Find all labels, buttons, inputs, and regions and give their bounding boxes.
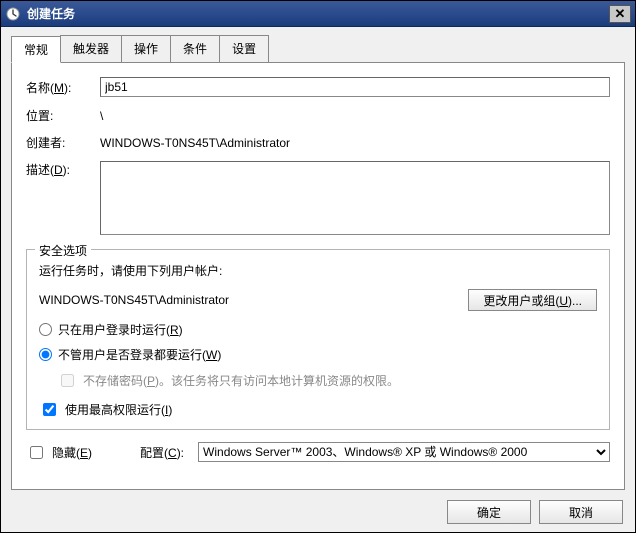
creator-label: 创建者: bbox=[26, 134, 100, 151]
nostore-password: 不存储密码(P)。该任务将只有访问本地计算机资源的权限。 bbox=[57, 371, 597, 390]
tab-actions-label: 操作 bbox=[134, 42, 158, 56]
change-user-label: 更改用户或组(U)... bbox=[483, 292, 582, 309]
radio-any-login-input[interactable] bbox=[39, 348, 52, 361]
cancel-button[interactable]: 取消 bbox=[539, 500, 623, 524]
ok-button[interactable]: 确定 bbox=[447, 500, 531, 524]
security-legend: 安全选项 bbox=[35, 242, 91, 259]
change-user-button[interactable]: 更改用户或组(U)... bbox=[468, 289, 597, 311]
hidden-checkbox[interactable]: 隐藏(E) bbox=[26, 443, 92, 462]
name-label: 名称(M): bbox=[26, 79, 100, 96]
tab-general-label: 常规 bbox=[24, 43, 48, 57]
close-icon: ✕ bbox=[615, 7, 626, 20]
window-title: 创建任务 bbox=[27, 5, 609, 22]
tab-actions[interactable]: 操作 bbox=[121, 35, 171, 62]
radio-any-login-label: 不管用户是否登录都要运行(W) bbox=[58, 346, 221, 363]
close-button[interactable]: ✕ bbox=[609, 5, 631, 23]
tab-general[interactable]: 常规 bbox=[11, 36, 61, 63]
configure-for-label: 配置(C): bbox=[140, 444, 184, 461]
run-as-label: 运行任务时，请使用下列用户帐户: bbox=[39, 262, 222, 279]
tab-triggers-label: 触发器 bbox=[73, 42, 109, 56]
tab-triggers[interactable]: 触发器 bbox=[60, 35, 122, 62]
app-icon bbox=[5, 6, 21, 22]
titlebar: 创建任务 ✕ bbox=[1, 1, 635, 27]
highest-privileges-label: 使用最高权限运行(I) bbox=[65, 401, 172, 418]
tab-conditions-label: 条件 bbox=[183, 42, 207, 56]
ok-label: 确定 bbox=[477, 504, 501, 521]
creator-value: WINDOWS-T0NS45T\Administrator bbox=[100, 136, 290, 150]
description-input[interactable] bbox=[100, 161, 610, 235]
radio-logged-on[interactable]: 只在用户登录时运行(R) bbox=[39, 321, 597, 338]
radio-any-login[interactable]: 不管用户是否登录都要运行(W) bbox=[39, 346, 597, 363]
tab-strip: 常规 触发器 操作 条件 设置 bbox=[11, 35, 625, 62]
radio-logged-on-input[interactable] bbox=[39, 323, 52, 336]
radio-logged-on-label: 只在用户登录时运行(R) bbox=[58, 321, 183, 338]
dialog-buttons: 确定 取消 bbox=[11, 490, 625, 524]
location-label: 位置: bbox=[26, 107, 100, 124]
highest-privileges[interactable]: 使用最高权限运行(I) bbox=[39, 400, 597, 419]
location-value: \ bbox=[100, 109, 103, 123]
highest-privileges-input[interactable] bbox=[43, 403, 56, 416]
tab-conditions[interactable]: 条件 bbox=[170, 35, 220, 62]
configure-for-select[interactable]: Windows Server™ 2003、Windows® XP 或 Windo… bbox=[198, 442, 610, 462]
bottom-row: 隐藏(E) 配置(C): Windows Server™ 2003、Window… bbox=[26, 442, 610, 462]
tab-settings-label: 设置 bbox=[232, 42, 256, 56]
tab-page-general: 名称(M): 位置: \ 创建者: WINDOWS-T0NS45T\Admini… bbox=[11, 62, 625, 490]
cancel-label: 取消 bbox=[569, 504, 593, 521]
tab-settings[interactable]: 设置 bbox=[219, 35, 269, 62]
security-options-group: 安全选项 运行任务时，请使用下列用户帐户: WINDOWS-T0NS45T\Ad… bbox=[26, 249, 610, 430]
hidden-checkbox-input[interactable] bbox=[30, 446, 43, 459]
nostore-password-label: 不存储密码(P)。该任务将只有访问本地计算机资源的权限。 bbox=[83, 372, 399, 389]
run-as-account: WINDOWS-T0NS45T\Administrator bbox=[39, 293, 468, 307]
hidden-label: 隐藏(E) bbox=[52, 444, 92, 461]
client-area: 常规 触发器 操作 条件 设置 名称(M): 位置: \ 创建者: WINDOW… bbox=[1, 27, 635, 532]
nostore-password-input bbox=[61, 374, 74, 387]
name-input[interactable] bbox=[100, 77, 610, 97]
description-label: 描述(D): bbox=[26, 161, 100, 178]
